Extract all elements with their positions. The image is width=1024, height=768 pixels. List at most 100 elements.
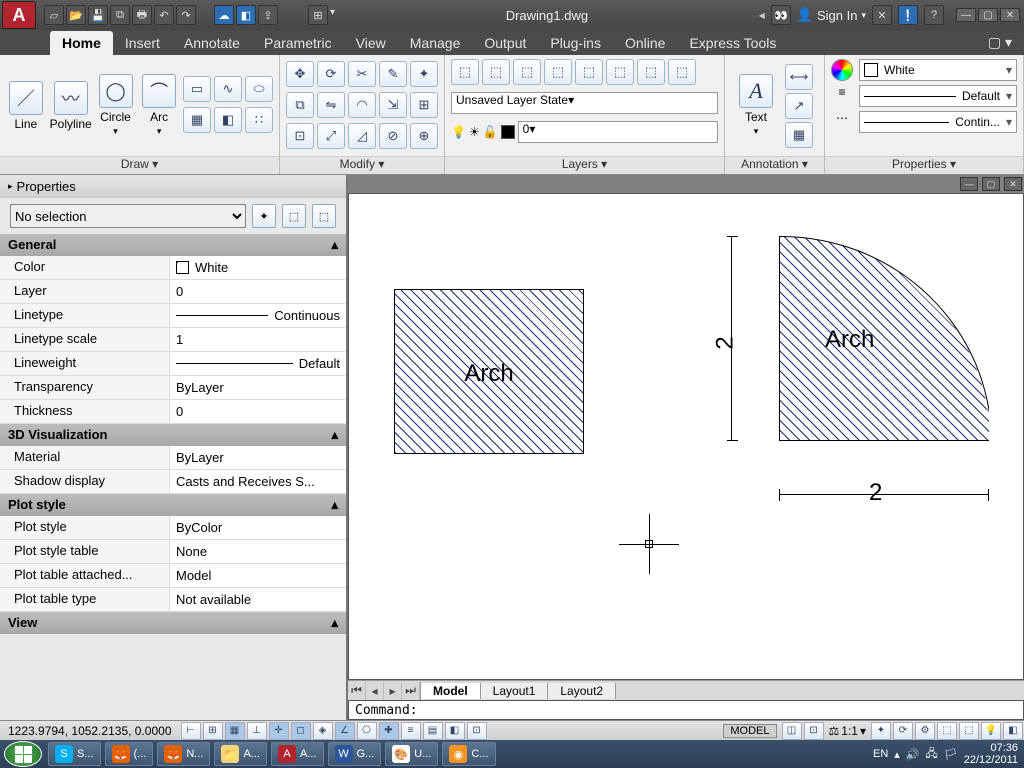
scale-icon[interactable]: ⤢ xyxy=(317,123,345,149)
tab-view[interactable]: View xyxy=(344,31,398,55)
layer-prev-icon[interactable]: ⬚ xyxy=(668,59,696,85)
current-layer-dropdown[interactable]: 0▾ xyxy=(518,121,718,143)
snap-icon[interactable]: ⊞ xyxy=(203,722,223,740)
layer-match-icon[interactable]: ⬚ xyxy=(637,59,665,85)
undo-icon[interactable]: ↶ xyxy=(154,5,174,25)
spline-icon[interactable]: ∿ xyxy=(214,76,242,102)
erase-icon[interactable]: ✎ xyxy=(379,61,407,87)
panel-title-modify[interactable]: Modify ▾ xyxy=(280,156,444,174)
doc-minimize-button[interactable]: — xyxy=(960,177,978,191)
property-row[interactable]: MaterialByLayer xyxy=(0,446,346,470)
layer-off-icon[interactable]: ⬚ xyxy=(575,59,603,85)
sun-icon[interactable]: ☀ xyxy=(469,125,480,139)
redo-icon[interactable]: ↷ xyxy=(176,5,196,25)
layer-iso-icon[interactable]: ⬚ xyxy=(513,59,541,85)
copy-icon[interactable]: ⧉ xyxy=(286,92,314,118)
join-icon[interactable]: ⊕ xyxy=(410,123,438,149)
property-row[interactable]: Plot style tableNone xyxy=(0,540,346,564)
sc-icon[interactable]: ⊡ xyxy=(467,722,487,740)
panel-title-layers[interactable]: Layers ▾ xyxy=(445,156,724,174)
property-row[interactable]: LinetypeContinuous xyxy=(0,304,346,328)
share-icon[interactable]: ⇪ xyxy=(258,5,278,25)
taskbar-autocad[interactable]: AA... xyxy=(271,742,324,766)
otrack-icon[interactable]: ∠ xyxy=(335,722,355,740)
tab-prev-icon[interactable]: ◂ xyxy=(366,682,384,700)
section-3d-viz[interactable]: 3D Visualization▴ xyxy=(0,424,346,446)
rectangle-icon[interactable]: ▭ xyxy=(183,76,211,102)
property-value[interactable]: ByLayer xyxy=(170,446,346,469)
close-button[interactable]: ✕ xyxy=(1000,8,1020,22)
status-icon-2[interactable]: ⊡ xyxy=(804,722,824,740)
layer-color-swatch[interactable] xyxy=(501,125,515,139)
shape-arc[interactable]: Arch xyxy=(779,236,989,441)
ducs-icon[interactable]: ⎔ xyxy=(357,722,377,740)
volume-icon[interactable]: 🔊 xyxy=(906,748,920,761)
status-icon-4[interactable]: ⟳ xyxy=(893,722,913,740)
cloud-icon[interactable]: ☁ xyxy=(214,5,234,25)
online-icon[interactable]: ◧ xyxy=(236,5,256,25)
action-center-icon[interactable]: 🏳 xyxy=(944,748,958,761)
space-indicator[interactable]: MODEL xyxy=(723,724,776,738)
doc-close-button[interactable]: ✕ xyxy=(1004,177,1022,191)
layer-lock-icon[interactable]: ⬚ xyxy=(606,59,634,85)
property-value[interactable]: Continuous xyxy=(170,304,346,327)
tool-line[interactable]: ／Line xyxy=(6,81,46,131)
ortho-icon[interactable]: ⊥ xyxy=(247,722,267,740)
info-icon[interactable]: ❕ xyxy=(898,5,918,25)
property-row[interactable]: Plot table attached...Model xyxy=(0,564,346,588)
saveas-icon[interactable]: ⧉ xyxy=(110,5,130,25)
osnap-icon[interactable]: ◻ xyxy=(291,722,311,740)
offset-icon[interactable]: ⊡ xyxy=(286,123,314,149)
property-value[interactable]: 0 xyxy=(170,280,346,303)
taskbar-explorer[interactable]: 📁A... xyxy=(214,742,267,766)
taskbar-capture[interactable]: ◉C... xyxy=(442,742,495,766)
dimension-icon[interactable]: ⟷ xyxy=(785,64,813,90)
maximize-button[interactable]: ▢ xyxy=(978,8,998,22)
status-icon-6[interactable]: ⬚ xyxy=(937,722,957,740)
dimension-horizontal[interactable] xyxy=(779,494,989,495)
property-row[interactable]: ColorWhite xyxy=(0,256,346,280)
infer-icon[interactable]: ⊢ xyxy=(181,722,201,740)
section-view[interactable]: View▴ xyxy=(0,612,346,634)
tab-insert[interactable]: Insert xyxy=(113,31,172,55)
tab-manage[interactable]: Manage xyxy=(398,31,473,55)
panel-title-properties[interactable]: Properties ▾ xyxy=(825,156,1023,174)
explode-icon[interactable]: ✦ xyxy=(410,61,438,87)
tool-circle[interactable]: ◯Circle▾ xyxy=(96,74,136,137)
leader-icon[interactable]: ↗ xyxy=(785,93,813,119)
property-value[interactable]: ByLayer xyxy=(170,376,346,399)
taskbar-word[interactable]: WG... xyxy=(328,742,382,766)
array-icon[interactable]: ⊞ xyxy=(410,92,438,118)
search-icon[interactable]: 👀 xyxy=(771,5,791,25)
ellipse-icon[interactable]: ⬭ xyxy=(245,76,273,102)
canvas[interactable]: Arch Arch 2 2 xyxy=(348,193,1024,680)
property-value[interactable]: Casts and Receives S... xyxy=(170,470,346,493)
hatch-icon[interactable]: ▦ xyxy=(183,107,211,133)
new-icon[interactable]: ▱ xyxy=(44,5,64,25)
tab-online[interactable]: Online xyxy=(613,31,677,55)
help-icon[interactable]: ? xyxy=(924,5,944,25)
tpy-icon[interactable]: ▤ xyxy=(423,722,443,740)
layer-state-dropdown[interactable]: Unsaved Layer State▾ xyxy=(451,92,718,114)
tray-expand-icon[interactable]: ▴ xyxy=(894,748,900,761)
property-value[interactable]: Not available xyxy=(170,588,346,611)
tool-arc[interactable]: ⌒Arc▾ xyxy=(139,74,179,137)
panel-title-draw[interactable]: Draw ▾ xyxy=(0,156,279,174)
move-icon[interactable]: ✥ xyxy=(286,61,314,87)
shape-square[interactable]: Arch xyxy=(394,289,584,454)
tool-polyline[interactable]: 〰Polyline xyxy=(50,81,92,131)
status-icon-7[interactable]: ⬚ xyxy=(959,722,979,740)
grid-icon[interactable]: ▦ xyxy=(225,722,245,740)
bulb-on-icon[interactable]: 💡 xyxy=(451,125,466,139)
taskbar-paint[interactable]: 🎨U... xyxy=(385,742,438,766)
property-value[interactable]: None xyxy=(170,540,346,563)
fillet-icon[interactable]: ◠ xyxy=(348,92,376,118)
panel-title-annotation[interactable]: Annotation ▾ xyxy=(725,156,824,174)
lineweight-dropdown[interactable]: Default▾ xyxy=(859,85,1017,107)
property-row[interactable]: TransparencyByLayer xyxy=(0,376,346,400)
lwt-icon[interactable]: ≡ xyxy=(401,722,421,740)
layer-states-icon[interactable]: ⬚ xyxy=(482,59,510,85)
tab-home[interactable]: Home xyxy=(50,31,113,55)
tab-annotate[interactable]: Annotate xyxy=(172,31,252,55)
plot-icon[interactable]: 🖶 xyxy=(132,5,152,25)
